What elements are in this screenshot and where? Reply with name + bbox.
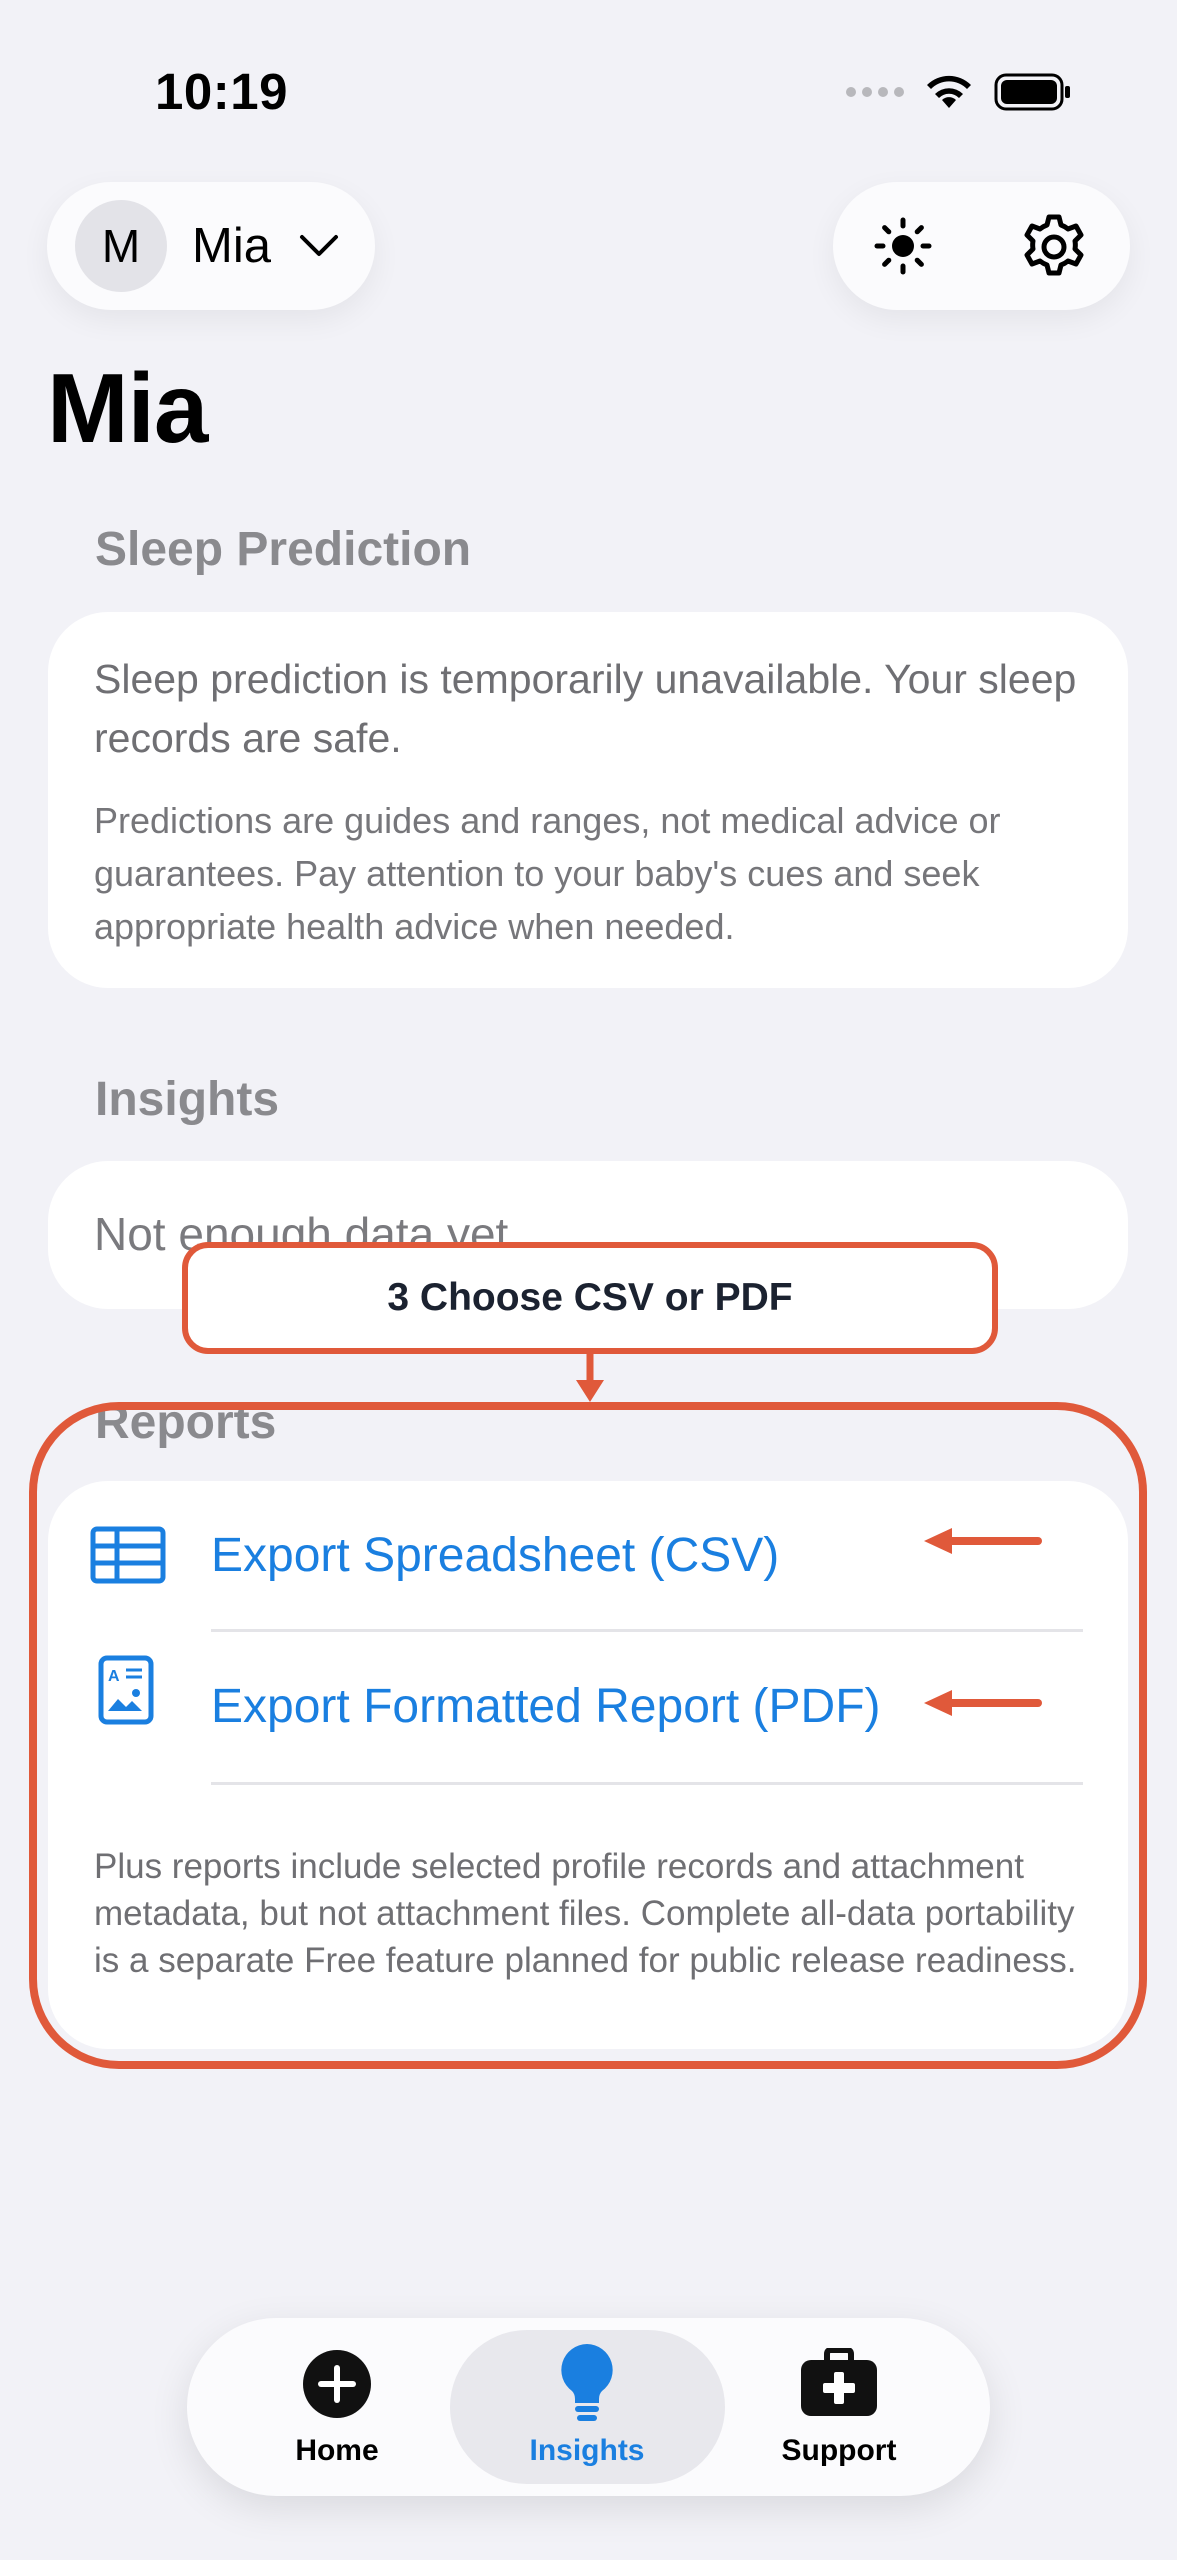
tab-home[interactable]: Home [217,2318,457,2496]
profile-switcher[interactable]: M Mia [47,182,375,310]
cellular-signal-icon [846,87,904,97]
plus-circle-icon [303,2350,371,2418]
tab-insights[interactable]: Insights [467,2318,707,2496]
page-title: Mia [47,353,208,463]
annotation-callout: 3 Choose CSV or PDF [182,1242,998,1354]
tab-support[interactable]: Support [719,2318,959,2496]
medical-kit-icon [801,2348,877,2416]
battery-icon [994,73,1070,111]
section-header-insights: Insights [95,1073,280,1126]
avatar: M [75,200,167,292]
profile-name: Mia [192,219,271,273]
annotation-left-arrow-icon [924,1690,1042,1716]
sleep-prediction-message: Sleep prediction is temporarily unavaila… [94,656,1077,761]
status-indicators [846,72,1072,112]
status-time: 10:19 [155,63,288,120]
tab-label: Support [781,2434,897,2467]
tab-label: Insights [529,2434,645,2467]
sleep-prediction-card: Sleep prediction is temporarily unavaila… [48,612,1128,988]
annotation-down-arrow-icon [576,1350,604,1402]
wifi-icon [927,75,971,108]
annotation-highlight-frame [29,1402,1147,2069]
sleep-prediction-disclaimer: Predictions are guides and ranges, not m… [94,800,1001,947]
screen: 10:19 M Mia Mia Sleep Prediction Sleep p… [0,0,1177,2560]
lightbulb-icon [561,2344,613,2421]
section-header-sleep-prediction: Sleep Prediction [95,523,472,576]
toolbar-actions [833,182,1130,310]
chevron-down-icon [299,235,338,256]
tab-bar: Home Insights Support [187,2318,990,2496]
gear-icon[interactable] [1019,212,1089,282]
sun-icon[interactable] [873,216,933,276]
annotation-left-arrow-icon [924,1528,1042,1554]
tab-label: Home [295,2434,379,2467]
